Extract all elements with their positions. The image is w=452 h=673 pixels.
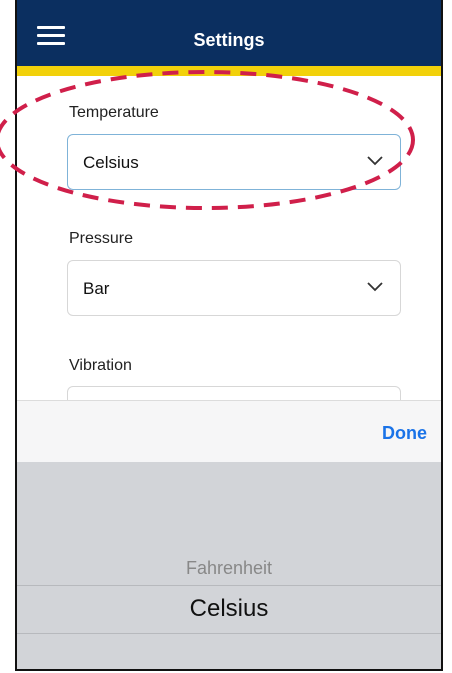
temperature-label: Temperature (69, 104, 159, 121)
picker-toolbar: Done (17, 400, 441, 463)
header-accent-bar (17, 66, 441, 76)
done-button[interactable]: Done (382, 423, 427, 444)
phone-frame: Settings Temperature Celsius Pressure Ba… (15, 0, 443, 671)
picker-option-fahrenheit[interactable]: Fahrenheit (17, 558, 441, 579)
chevron-down-icon (367, 156, 383, 166)
picker-wheel[interactable]: Fahrenheit Celsius (17, 462, 441, 669)
pressure-label: Pressure (69, 230, 134, 247)
app-header: Settings (17, 0, 441, 66)
pressure-value: Bar (83, 279, 110, 298)
temperature-value: Celsius (83, 153, 139, 172)
picker-option-celsius[interactable]: Celsius (17, 595, 441, 623)
pressure-select[interactable]: Bar (67, 260, 401, 316)
vibration-label: Vibration (69, 357, 132, 374)
temperature-select[interactable]: Celsius (67, 134, 401, 190)
picker-selection-top-line (17, 585, 441, 586)
chevron-down-icon (367, 282, 383, 292)
picker-selection-bottom-line (17, 633, 441, 634)
page-title: Settings (193, 30, 265, 50)
